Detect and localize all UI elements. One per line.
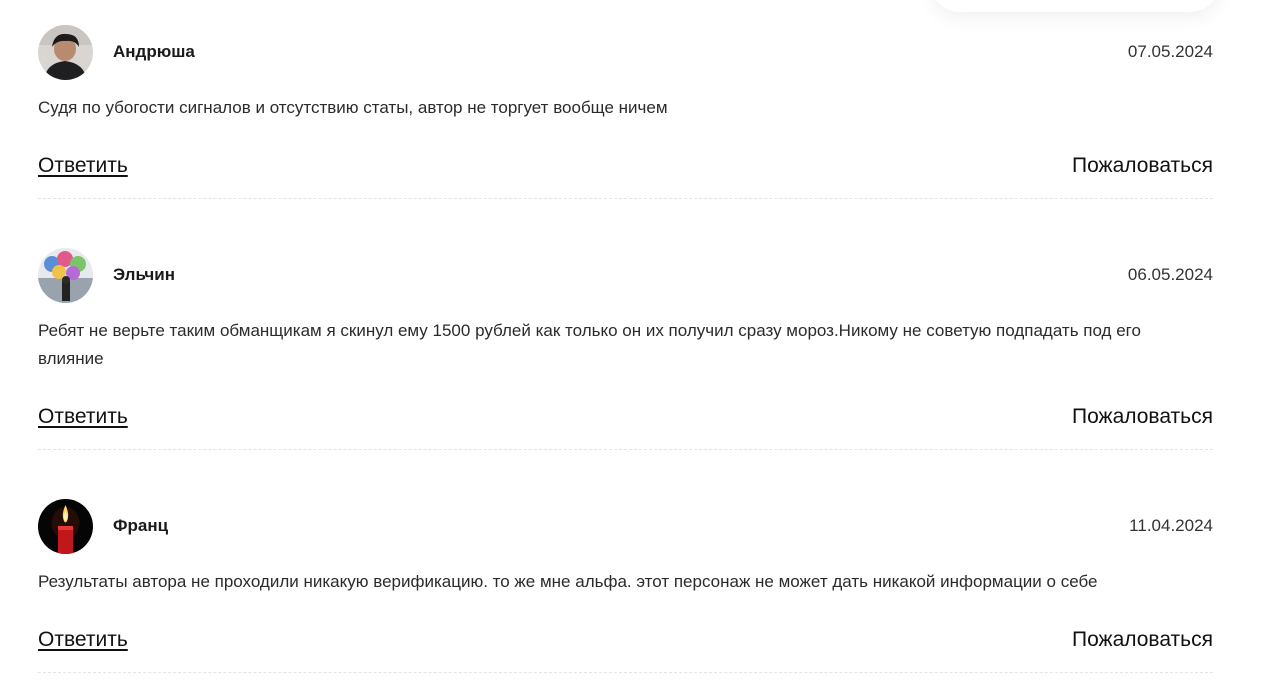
reply-link[interactable]: Ответить	[38, 154, 128, 178]
person-photo-icon	[38, 24, 93, 80]
comment-author: Франц	[113, 516, 169, 535]
report-link[interactable]: Пожаловаться	[1072, 628, 1213, 652]
comment-date: 07.05.2024	[1127, 42, 1213, 61]
candle-photo-icon	[38, 498, 93, 554]
comment-actions: Ответить Пожаловаться	[38, 405, 1213, 449]
avatar	[38, 247, 93, 303]
report-link[interactable]: Пожаловаться	[1072, 154, 1213, 178]
report-link[interactable]: Пожаловаться	[1072, 405, 1213, 429]
comment-date: 11.04.2024	[1129, 516, 1213, 535]
comment-header: Эльчин 06.05.2024	[38, 247, 1213, 303]
balloons-photo-icon	[38, 247, 93, 303]
comment-actions: Ответить Пожаловаться	[38, 628, 1213, 672]
comment-date: 06.05.2024	[1127, 265, 1213, 284]
comment-item: Эльчин 06.05.2024 Ребят не верьте таким …	[38, 247, 1213, 450]
comments-list: Андрюша 07.05.2024 Судя по убогости сигн…	[38, 24, 1213, 673]
comment-item: Франц 11.04.2024 Результаты автора не пр…	[38, 498, 1213, 673]
comment-text: Ребят не верьте таким обманщикам я скину…	[38, 321, 1141, 368]
avatar	[38, 498, 93, 554]
comment-header: Франц 11.04.2024	[38, 498, 1213, 554]
header-shadow	[930, 0, 1220, 12]
reply-link[interactable]: Ответить	[38, 628, 128, 652]
comment-actions: Ответить Пожаловаться	[38, 154, 1213, 198]
comment-author: Эльчин	[113, 265, 176, 284]
comment-author: Андрюша	[113, 42, 195, 61]
avatar	[38, 24, 93, 80]
comment-header: Андрюша 07.05.2024	[38, 24, 1213, 80]
comment-text: Судя по убогости сигналов и отсутствию с…	[38, 98, 668, 117]
comment-text: Результаты автора не проходили никакую в…	[38, 572, 1098, 591]
comment-item: Андрюша 07.05.2024 Судя по убогости сигн…	[38, 24, 1213, 199]
reply-link[interactable]: Ответить	[38, 405, 128, 429]
